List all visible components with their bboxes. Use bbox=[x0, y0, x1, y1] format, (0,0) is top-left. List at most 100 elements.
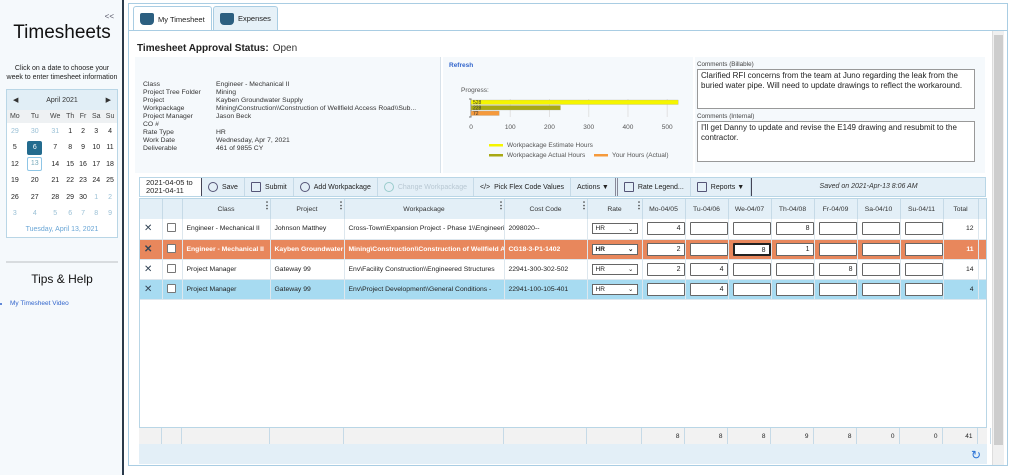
calendar-day[interactable]: 30 bbox=[77, 189, 90, 206]
reports-menu[interactable]: Reports ▼ bbox=[691, 178, 752, 196]
calendar-day[interactable]: 5 bbox=[7, 140, 23, 157]
hours-input[interactable] bbox=[775, 262, 813, 276]
calendar-day[interactable]: 31 bbox=[47, 123, 64, 140]
hours-input[interactable] bbox=[904, 262, 942, 276]
hours-input[interactable] bbox=[732, 222, 770, 236]
calendar-day[interactable]: 7 bbox=[47, 140, 64, 157]
hours-input[interactable]: 8 bbox=[732, 242, 770, 256]
submit-button[interactable]: Submit bbox=[245, 178, 294, 196]
calendar-day[interactable]: 1 bbox=[89, 189, 103, 206]
today-link[interactable]: Tuesday, April 13, 2021 bbox=[7, 222, 117, 237]
rate-select[interactable]: HR ⌄ bbox=[591, 243, 638, 255]
column-header[interactable]: Class ⋮ bbox=[182, 199, 272, 219]
hours-input[interactable]: 2 bbox=[646, 262, 684, 276]
calendar-day[interactable]: 24 bbox=[89, 173, 103, 190]
column-header[interactable]: Workpackage ⋮ bbox=[344, 199, 506, 219]
add-workpackage-button[interactable]: Add Workpackage bbox=[294, 178, 378, 196]
calendar-day[interactable]: 18 bbox=[103, 156, 117, 173]
cell-project[interactable]: Gateway 99 bbox=[270, 279, 345, 300]
column-menu-icon[interactable]: ⋮ bbox=[263, 201, 272, 210]
hours-input[interactable] bbox=[818, 242, 856, 256]
calendar-day[interactable]: 17 bbox=[89, 156, 103, 173]
cell-workpackage[interactable]: Cross-Town\Expansion Project - Phase 1\\… bbox=[344, 219, 505, 240]
refresh-link[interactable]: Refresh bbox=[449, 62, 473, 69]
calendar-day[interactable]: 21 bbox=[47, 173, 64, 190]
table-row[interactable]: ✕ Project Manager Gateway 99 Env\Project De… bbox=[140, 279, 986, 300]
calendar-day[interactable]: 5 bbox=[47, 206, 64, 223]
calendar-day[interactable]: 15 bbox=[64, 156, 77, 173]
change-workpackage-button[interactable]: Change Workpackage bbox=[378, 178, 474, 196]
column-header[interactable]: Project ⋮ bbox=[270, 199, 346, 219]
hours-input[interactable]: 4 bbox=[646, 222, 684, 236]
cell-workpackage[interactable]: Mining\Construction\\Construction of Wel… bbox=[344, 239, 505, 260]
calendar-day[interactable]: 9 bbox=[77, 140, 90, 157]
hours-input[interactable]: 4 bbox=[689, 282, 727, 296]
hours-input[interactable] bbox=[904, 222, 942, 236]
calendar-day[interactable]: 27 bbox=[23, 189, 47, 206]
calendar-day[interactable]: 11 bbox=[103, 140, 117, 157]
calendar-day[interactable]: 29 bbox=[7, 123, 23, 140]
calendar-day[interactable]: 1 bbox=[64, 123, 77, 140]
calendar-day[interactable]: 13 bbox=[23, 156, 47, 173]
column-menu-icon[interactable]: ⋮ bbox=[497, 201, 506, 210]
column-menu-icon[interactable]: ⋮ bbox=[337, 201, 346, 210]
hours-input[interactable] bbox=[818, 222, 856, 236]
column-header[interactable]: Rate ⋮ bbox=[587, 199, 644, 219]
hours-input[interactable] bbox=[904, 282, 942, 296]
cell-class[interactable]: Project Manager bbox=[182, 259, 271, 280]
calendar-day[interactable]: 2 bbox=[103, 189, 117, 206]
table-row[interactable]: ✕ Engineer - Mechanical II Johnson Matthey… bbox=[140, 219, 986, 240]
cell-workpackage[interactable]: Env\Project Development\\General Conditi… bbox=[344, 279, 505, 300]
rate-select[interactable]: HR ⌄ bbox=[591, 263, 638, 275]
calendar-day[interactable]: 25 bbox=[103, 173, 117, 190]
row-checkbox[interactable] bbox=[166, 223, 176, 233]
rate-select[interactable]: HR ⌄ bbox=[591, 223, 638, 235]
hours-input[interactable]: 1 bbox=[775, 242, 813, 256]
cell-class[interactable]: Engineer - Mechanical II bbox=[182, 219, 271, 240]
next-month-icon[interactable]: ▶ bbox=[106, 96, 111, 104]
calendar-day[interactable]: 7 bbox=[77, 206, 90, 223]
cell-cost-code[interactable]: CG18-3-P1-1402 bbox=[504, 239, 588, 260]
calendar-day[interactable]: 4 bbox=[103, 123, 117, 140]
calendar-day[interactable]: 28 bbox=[47, 189, 64, 206]
hours-input[interactable]: 2 bbox=[646, 242, 684, 256]
column-menu-icon[interactable]: ⋮ bbox=[580, 201, 589, 210]
calendar-day[interactable]: 3 bbox=[7, 206, 23, 223]
calendar-day[interactable]: 16 bbox=[77, 156, 90, 173]
calendar-day[interactable]: 8 bbox=[64, 140, 77, 157]
tab-my-timesheet[interactable]: My Timesheet bbox=[133, 6, 212, 31]
calendar-day[interactable]: 22 bbox=[64, 173, 77, 190]
calendar-day[interactable]: 8 bbox=[89, 206, 103, 223]
calendar-day[interactable]: 6 bbox=[64, 206, 77, 223]
hours-input[interactable] bbox=[732, 262, 770, 276]
hours-input[interactable] bbox=[861, 242, 899, 256]
hours-input[interactable] bbox=[689, 242, 727, 256]
calendar-day[interactable]: 20 bbox=[23, 173, 47, 190]
cell-cost-code[interactable]: 2098020-- bbox=[504, 219, 588, 240]
hours-input[interactable] bbox=[775, 282, 813, 296]
hours-input[interactable] bbox=[689, 222, 727, 236]
row-checkbox[interactable] bbox=[166, 243, 176, 253]
column-menu-icon[interactable]: ⋮ bbox=[635, 201, 644, 210]
calendar-day[interactable]: 9 bbox=[103, 206, 117, 223]
calendar-day[interactable]: 26 bbox=[7, 189, 23, 206]
collapse-sidebar-button[interactable]: << bbox=[105, 12, 114, 21]
table-row[interactable]: ✕ Engineer - Mechanical II Kayben Groundwa… bbox=[140, 239, 986, 260]
calendar-day[interactable]: 3 bbox=[89, 123, 103, 140]
cell-project[interactable]: Kayben Groundwater bbox=[270, 239, 345, 260]
tab-expenses[interactable]: Expenses bbox=[213, 6, 278, 30]
calendar-day[interactable]: 29 bbox=[64, 189, 77, 206]
hours-input[interactable] bbox=[861, 222, 899, 236]
rate-legend-button[interactable]: Rate Legend... bbox=[618, 178, 691, 196]
row-checkbox[interactable] bbox=[166, 283, 176, 293]
hours-input[interactable]: 8 bbox=[818, 262, 856, 276]
calendar-day[interactable]: 6 bbox=[23, 140, 47, 157]
calendar-day[interactable]: 10 bbox=[89, 140, 103, 157]
billable-comments-input[interactable]: Clarified RFI concerns from the team at … bbox=[697, 69, 975, 109]
hours-input[interactable] bbox=[904, 242, 942, 256]
calendar-day[interactable]: 12 bbox=[7, 156, 23, 173]
cell-cost-code[interactable]: 22941-100-105-401 bbox=[504, 279, 588, 300]
calendar-day[interactable]: 14 bbox=[47, 156, 64, 173]
cell-class[interactable]: Project Manager bbox=[182, 279, 271, 300]
delete-row-icon[interactable]: ✕ bbox=[144, 223, 152, 234]
